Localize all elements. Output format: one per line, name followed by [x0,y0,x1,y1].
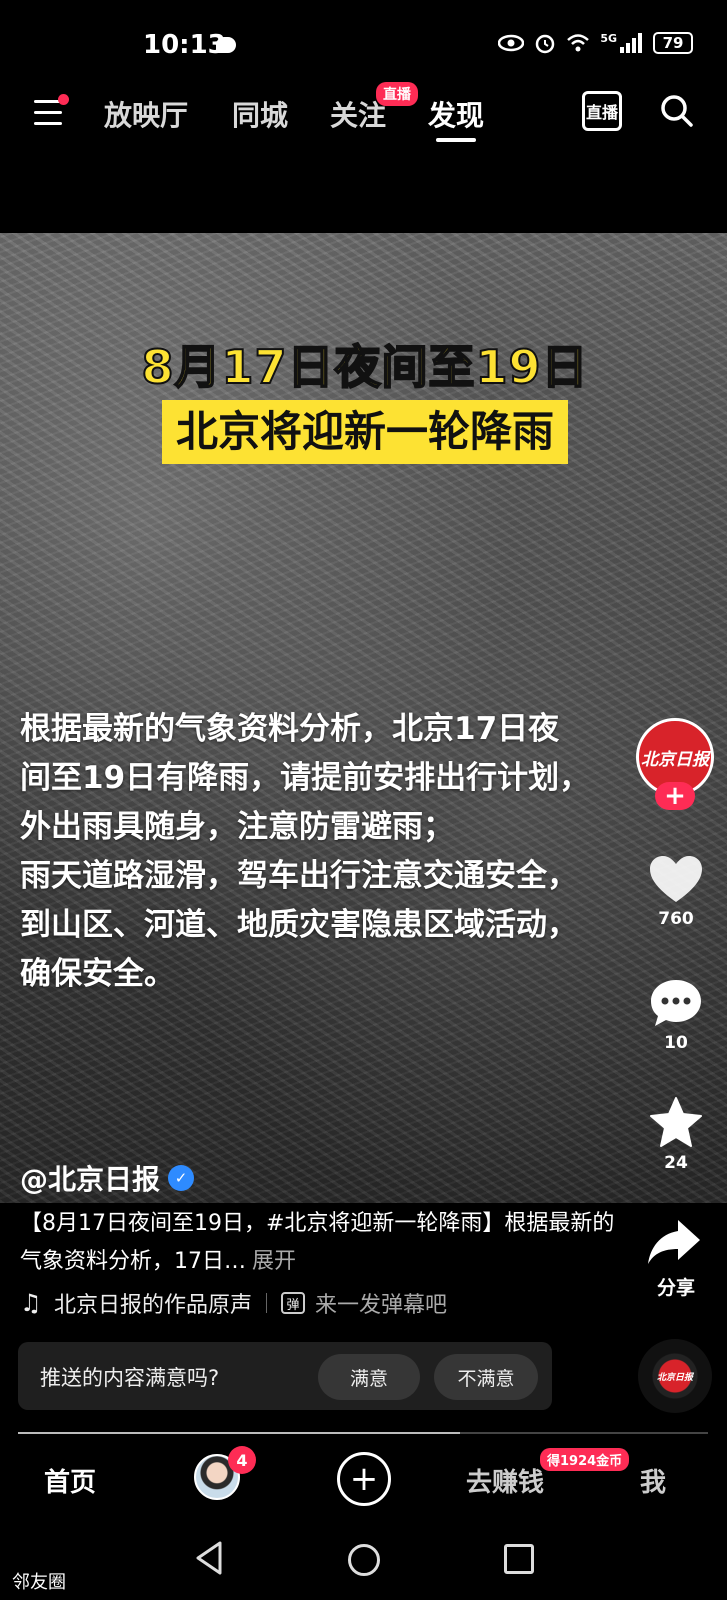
tab-earn[interactable]: 去赚钱 [466,1462,544,1499]
headline-line-2: 北京将迎新一轮降雨 [161,400,568,464]
favorite-count: 24 [664,1153,688,1173]
signal-icon [620,33,642,53]
divider [266,1293,268,1313]
search-icon[interactable] [660,94,694,128]
network-label: 5G [600,31,617,45]
like-heart-icon[interactable] [646,852,706,906]
follow-button[interactable]: + [655,782,695,810]
caption-text: 【8月17日夜间至19日，#北京将迎新一轮降雨】根据最新的气象资料分析，17日… [20,1211,615,1274]
video-progress-bar[interactable] [18,1432,708,1434]
comment-count: 10 [664,1033,688,1053]
tab-nearby[interactable]: 同城 [232,94,288,134]
danmu-input[interactable]: 来一发弹幕吧 [315,1287,447,1319]
comment-icon[interactable] [646,976,706,1030]
tab-me[interactable]: 我 [640,1462,666,1499]
alarm-icon [536,34,555,54]
headline-line-1: 8月17日夜间至19日 [140,339,589,395]
video-player[interactable]: 8月17日夜间至19日 北京将迎新一轮降雨 根据最新的气象资料分析，北京17日夜… [0,233,727,1203]
back-triangle-icon[interactable] [194,1540,224,1576]
coin-badge: 得1924金币 [540,1448,630,1471]
verified-icon: ✓ [168,1165,195,1191]
tab-discover[interactable]: 发现 [428,94,484,134]
message-count-badge: 4 [228,1446,256,1474]
wifi-icon [567,34,590,52]
system-nav-bar: 邻友圈 [0,1528,727,1600]
video-headline: 8月17日夜间至19日 北京将迎新一轮降雨 [110,338,620,464]
music-note-icon: ♫ [20,1289,42,1317]
home-circle-icon[interactable] [348,1544,380,1576]
music-disc[interactable]: 北京日报 [638,1339,712,1413]
battery-indicator: 79 [653,32,693,54]
live-tv-icon[interactable]: 直播 [582,91,622,131]
recent-apps-icon[interactable] [504,1544,534,1574]
active-tab-indicator [436,138,476,142]
danmu-icon[interactable]: 弹 [281,1292,306,1314]
favorite-star-icon[interactable] [646,1095,706,1149]
message-bubble-icon [216,37,236,53]
author-name[interactable]: @北京日报 [20,1158,160,1198]
system-icons: 5G 79 [498,32,693,54]
feedback-survey: 推送的内容满意吗? 满意 不满意 [18,1342,552,1410]
music-row[interactable]: ♫ 北京日报的作品原声 弹 来一发弹幕吧 [20,1286,620,1320]
bottom-tab-bar: 首页 4 + 去赚钱 得1924金币 我 [0,1436,727,1528]
top-nav: 放映厅 同城 关注 直播 发现 直播 [0,82,727,166]
video-caption[interactable]: 【8月17日夜间至19日，#北京将迎新一轮降雨】根据最新的气象资料分析，17日…… [20,1205,620,1281]
menu-notification-dot [58,94,69,105]
expand-link[interactable]: 展开 [252,1249,296,1274]
satisfied-button[interactable]: 满意 [318,1354,420,1400]
status-bar: 10:13 5G 79 [0,0,727,86]
video-overlay-text: 根据最新的气象资料分析，北京17日夜 间至19日有降雨，请提前安排出行计划， 外… [20,711,591,992]
share-label[interactable]: 分享 [636,1273,716,1300]
clock: 10:13 [143,30,226,60]
unsatisfied-button[interactable]: 不满意 [434,1354,538,1400]
like-count: 760 [658,909,694,929]
author-handle[interactable]: @北京日报 ✓ [20,1158,195,1198]
live-badge: 直播 [376,82,418,106]
survey-question: 推送的内容满意吗? [40,1366,220,1390]
tab-cinema[interactable]: 放映厅 [104,94,188,134]
friends-circle-label[interactable]: 邻友圈 [12,1568,66,1594]
eye-icon [498,34,525,52]
create-plus-button[interactable]: + [337,1452,391,1506]
share-arrow-icon[interactable] [646,1218,702,1266]
music-title[interactable]: 北京日报的作品原声 [54,1287,252,1319]
video-progress-fill [18,1432,460,1434]
tab-home[interactable]: 首页 [44,1462,96,1499]
